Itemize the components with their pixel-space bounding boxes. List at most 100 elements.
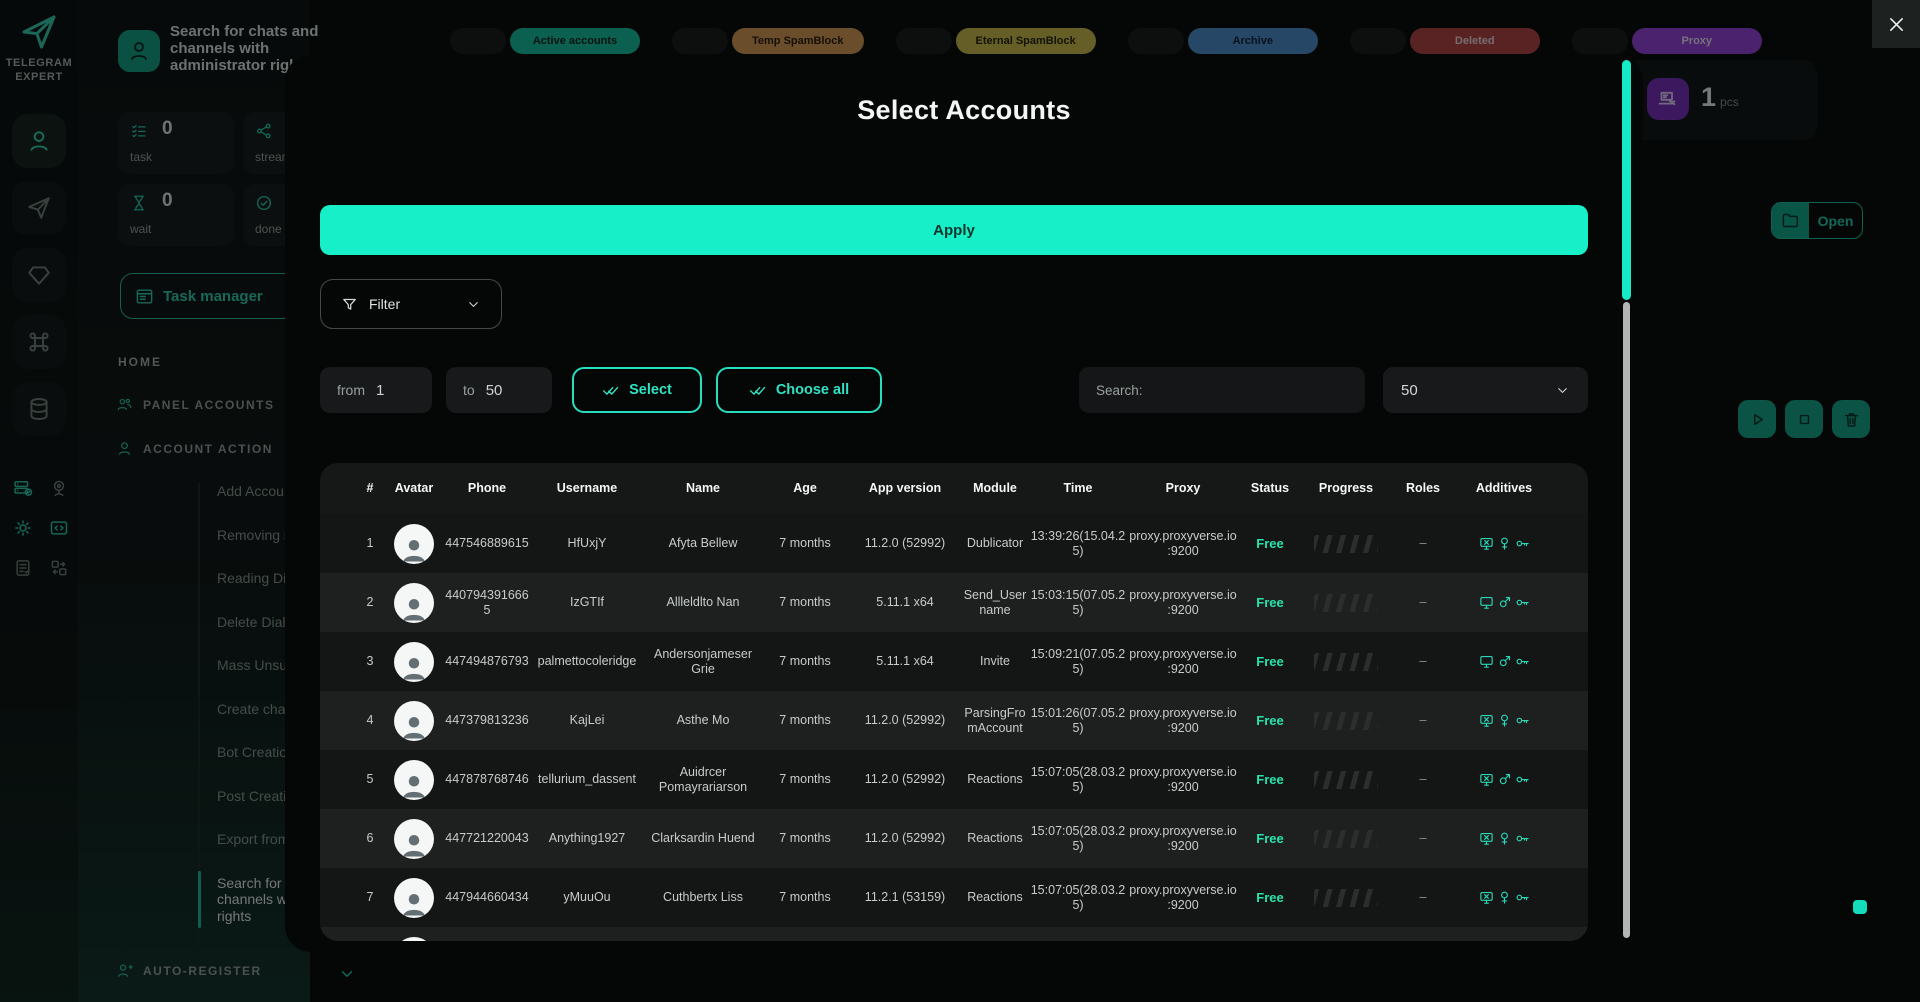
table-row[interactable]: 6 447721220043 Anything1927 Clarksardin … bbox=[320, 809, 1588, 868]
cell-phone: 447944660434 bbox=[445, 890, 529, 905]
table-header-cell: # bbox=[357, 481, 383, 496]
table-header-cell: App version bbox=[849, 481, 961, 496]
cell-username: KajLei bbox=[531, 713, 643, 728]
table-header-cell: Module bbox=[963, 481, 1027, 496]
monitor-x-icon bbox=[1479, 713, 1494, 728]
cell-app-version: 5.11.1 x64 bbox=[849, 654, 961, 669]
progress-bar bbox=[1314, 889, 1378, 907]
cell-app-version: 11.2.0 (52992) bbox=[849, 536, 961, 551]
cell-module: Invite bbox=[963, 654, 1027, 669]
cell-name: Afyta Bellew bbox=[645, 536, 761, 551]
status-badge: Free bbox=[1239, 595, 1301, 610]
female-icon bbox=[1497, 536, 1512, 551]
table-row[interactable]: 5 447878768746 tellurium_dassent Auidrce… bbox=[320, 750, 1588, 809]
double-check-icon bbox=[602, 381, 620, 399]
status-badge: Free bbox=[1239, 654, 1301, 669]
table-header-cell: Additives bbox=[1457, 481, 1551, 496]
cell-module: Dublicator bbox=[963, 536, 1027, 551]
choose-all-button[interactable]: Choose all bbox=[716, 367, 882, 413]
cell-time: 15:07:05(28.03.25) bbox=[1029, 765, 1127, 795]
table-header-cell: Time bbox=[1029, 481, 1127, 496]
table-row[interactable]: 3 447494876793 palmettocoleridge Anderso… bbox=[320, 632, 1588, 691]
table-row[interactable]: 2 4407943916665 IzGTIf Allleldlto Nan 7 … bbox=[320, 573, 1588, 632]
cell-avatar bbox=[385, 878, 443, 918]
scrollbar-track[interactable] bbox=[1623, 302, 1630, 938]
apply-button[interactable]: Apply bbox=[320, 205, 1588, 255]
female-icon bbox=[1497, 831, 1512, 846]
status-badge: Free bbox=[1239, 772, 1301, 787]
table-row[interactable]: 7 447944660434 yMuuOu Cuthbertx Liss 7 m… bbox=[320, 868, 1588, 927]
cell-additives bbox=[1457, 654, 1551, 669]
cell-app-version: 5.11.1 x64 bbox=[849, 595, 961, 610]
funnel-icon bbox=[341, 296, 358, 313]
status-badge: Free bbox=[1239, 890, 1301, 905]
cell-name: Cuthbertx Liss bbox=[645, 890, 761, 905]
cell-proxy: proxy.proxyverse.io:9200 bbox=[1129, 529, 1237, 559]
to-field[interactable]: to 50 bbox=[446, 367, 552, 413]
cell-module: ParsingFromAccount bbox=[963, 706, 1027, 736]
cell-age: 7 months bbox=[763, 713, 847, 728]
cell-proxy: proxy.proxyverse.io:9200 bbox=[1129, 588, 1237, 618]
cell-time: 13:39:26(15.04.25) bbox=[1029, 529, 1127, 559]
table-row[interactable]: 4 447379813236 KajLei Asthe Mo 7 months … bbox=[320, 691, 1588, 750]
cell-progress bbox=[1303, 712, 1389, 730]
chevron-down-icon bbox=[466, 297, 481, 312]
key-icon bbox=[1515, 654, 1530, 669]
cell-age: 7 months bbox=[763, 536, 847, 551]
cell-time: 15:03:15(07.05.25) bbox=[1029, 588, 1127, 618]
cell-roles: – bbox=[1391, 831, 1455, 846]
cell-module: Reactions bbox=[963, 772, 1027, 787]
key-icon bbox=[1515, 713, 1530, 728]
cell-proxy: proxy.proxyverse.io:9200 bbox=[1129, 706, 1237, 736]
cell-time: 15:01:26(07.05.25) bbox=[1029, 706, 1127, 736]
search-input[interactable] bbox=[1079, 367, 1365, 413]
to-value: 50 bbox=[486, 382, 503, 399]
cell-name: Allleldlto Nan bbox=[645, 595, 761, 610]
page-size-select[interactable]: 50 bbox=[1383, 367, 1588, 413]
cell-age: 7 months bbox=[763, 890, 847, 905]
from-field[interactable]: from 1 bbox=[320, 367, 432, 413]
monitor-x-icon bbox=[1479, 536, 1494, 551]
cell-time: 15:09:21(07.05.25) bbox=[1029, 647, 1127, 677]
avatar bbox=[394, 642, 434, 682]
cell-index: 2 bbox=[357, 595, 383, 610]
close-button[interactable] bbox=[1872, 0, 1920, 48]
cell-avatar bbox=[385, 760, 443, 800]
table-header-cell: Proxy bbox=[1129, 481, 1237, 496]
cell-proxy: proxy.proxyverse.io:9200 bbox=[1129, 647, 1237, 677]
male-icon bbox=[1497, 772, 1512, 787]
chevron-down-icon bbox=[1555, 383, 1570, 398]
scrollbar-thumb[interactable] bbox=[1622, 60, 1631, 300]
avatar bbox=[394, 583, 434, 623]
cell-additives bbox=[1457, 831, 1551, 846]
table-row[interactable]: 1 447546889615 HfUxjY Afyta Bellew 7 mon… bbox=[320, 514, 1588, 573]
cell-proxy: proxy.proxyverse.io:9200 bbox=[1129, 824, 1237, 854]
cell-name: Asthe Mo bbox=[645, 713, 761, 728]
cell-avatar bbox=[385, 819, 443, 859]
cell-roles: – bbox=[1391, 713, 1455, 728]
avatar bbox=[394, 819, 434, 859]
cell-name: Auidrcer Pomayrariarson bbox=[645, 765, 761, 795]
monitor-icon bbox=[1479, 595, 1494, 610]
table-header-cell: Status bbox=[1239, 481, 1301, 496]
filter-dropdown[interactable]: Filter bbox=[320, 279, 502, 329]
select-button[interactable]: Select bbox=[572, 367, 702, 413]
cell-additives bbox=[1457, 713, 1551, 728]
cell-age: 7 months bbox=[763, 831, 847, 846]
corner-chip bbox=[1853, 900, 1867, 914]
double-check-icon bbox=[749, 381, 767, 399]
cell-roles: – bbox=[1391, 654, 1455, 669]
cell-app-version: 11.2.0 (52992) bbox=[849, 772, 961, 787]
cell-proxy: proxy.proxyverse.io:9200 bbox=[1129, 765, 1237, 795]
cell-module: Reactions bbox=[963, 831, 1027, 846]
cell-phone: 447878768746 bbox=[445, 772, 529, 787]
table-row[interactable]: 8 44746650553 unsaturationama Reactions … bbox=[320, 927, 1588, 941]
male-icon bbox=[1497, 654, 1512, 669]
table-header-cell: Username bbox=[531, 481, 643, 496]
progress-bar bbox=[1314, 830, 1378, 848]
cell-app-version: 11.2.0 (52992) bbox=[849, 831, 961, 846]
cell-username: Anything1927 bbox=[531, 831, 643, 846]
cell-progress bbox=[1303, 594, 1389, 612]
cell-time: 15:07:05(28.03.25) bbox=[1029, 883, 1127, 913]
cell-additives bbox=[1457, 536, 1551, 551]
